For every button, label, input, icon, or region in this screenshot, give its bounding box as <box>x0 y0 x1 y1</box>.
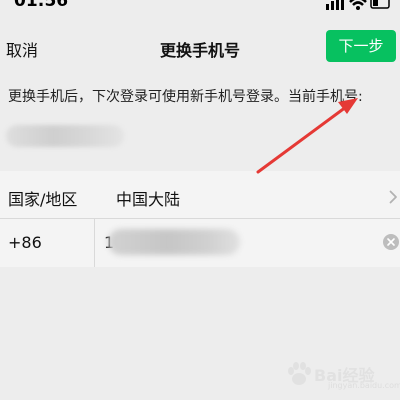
baidu-jingyan-watermark: Bai经验 jingyan.baidu.com <box>284 356 400 392</box>
status-icons <box>324 0 392 12</box>
paw-icon <box>288 362 311 385</box>
wifi-icon <box>349 0 367 10</box>
clear-icon[interactable] <box>383 234 399 250</box>
status-bar: 01:56 <box>0 0 400 12</box>
region-value: 中国大陆 <box>116 190 181 209</box>
chevron-right-icon <box>389 189 398 208</box>
battery-icon <box>370 0 390 9</box>
next-step-button[interactable]: 下一步 <box>326 30 396 62</box>
phone-form: 国家/地区 中国大陆 +86 1 <box>0 171 400 267</box>
region-label: 国家/地区 <box>8 190 78 209</box>
nav-bar: 取消 更换手机号 下一步 <box>0 24 400 72</box>
signal-icon <box>326 0 344 10</box>
watermark-subtext: jingyan.baidu.com <box>328 381 400 390</box>
phone-row: +86 1 <box>0 219 400 267</box>
info-text: 更换手机后，下次登录可使用新手机号登录。当前手机号: <box>8 89 363 105</box>
code-divider <box>94 219 95 267</box>
phone-input[interactable]: 1 <box>96 219 376 267</box>
region-row[interactable]: 国家/地区 中国大陆 <box>0 171 400 219</box>
status-time: 01:56 <box>14 0 69 11</box>
current-phone-redacted <box>6 125 124 147</box>
phone-redacted <box>108 229 240 255</box>
country-code[interactable]: +86 <box>8 233 42 252</box>
